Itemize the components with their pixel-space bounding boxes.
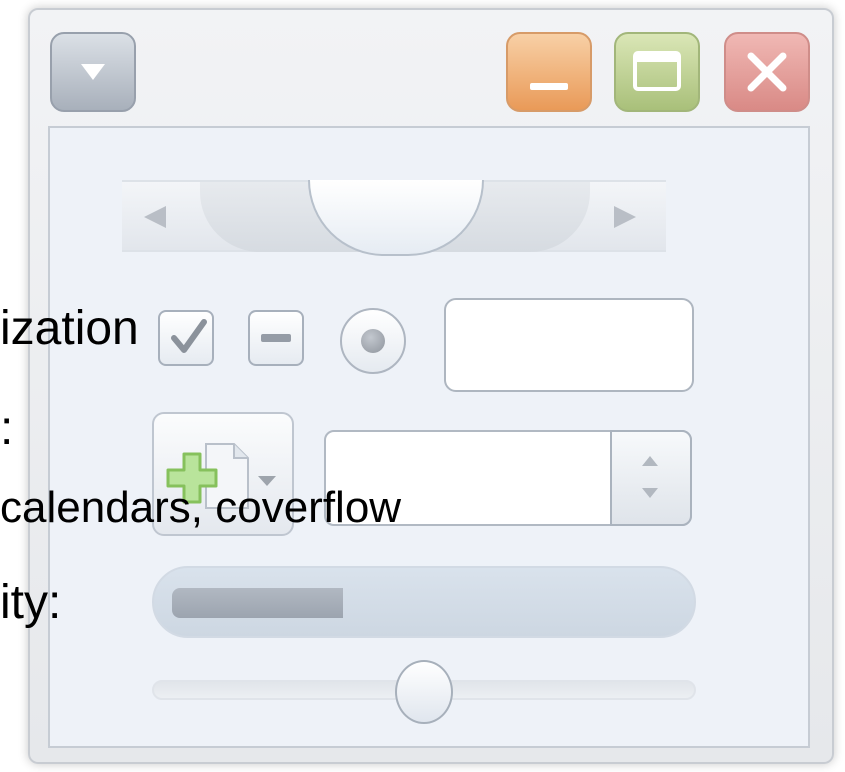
- progress-bar: [152, 566, 696, 638]
- scroll-right-arrow-icon[interactable]: [614, 206, 636, 228]
- dash-icon: [261, 334, 291, 342]
- minimize-icon: [530, 83, 568, 90]
- spin-up-icon[interactable]: [642, 456, 658, 466]
- window-menu-button[interactable]: [50, 32, 136, 112]
- maximize-icon: [633, 51, 681, 91]
- checkmark-icon: [171, 319, 207, 353]
- feature-label-3: calendars, coverflow: [0, 483, 402, 532]
- menu-dropdown-icon: [81, 64, 105, 80]
- window-frame: [28, 8, 834, 764]
- checkbox-indeterminate[interactable]: [248, 310, 304, 366]
- slider-thumb[interactable]: [395, 660, 453, 724]
- minimize-button[interactable]: [506, 32, 592, 112]
- progress-fill: [172, 588, 343, 618]
- text-field[interactable]: [444, 298, 694, 392]
- radio-button-selected[interactable]: [340, 308, 406, 374]
- radio-dot-icon: [361, 329, 385, 353]
- feature-label-2: :: [0, 402, 14, 455]
- checkbox-checked[interactable]: [158, 310, 214, 366]
- close-button[interactable]: [724, 32, 810, 112]
- scroll-left-arrow-icon[interactable]: [144, 206, 166, 228]
- maximize-button[interactable]: [614, 32, 700, 112]
- feature-label-4: ity:: [0, 576, 62, 629]
- feature-label-1: ization: [0, 302, 139, 355]
- horizontal-scrollbar[interactable]: [122, 180, 666, 256]
- spin-down-icon[interactable]: [642, 488, 658, 498]
- close-icon: [747, 52, 787, 92]
- spinner-buttons[interactable]: [610, 430, 692, 526]
- stage: ization : calendars, coverflow ity:: [0, 0, 845, 772]
